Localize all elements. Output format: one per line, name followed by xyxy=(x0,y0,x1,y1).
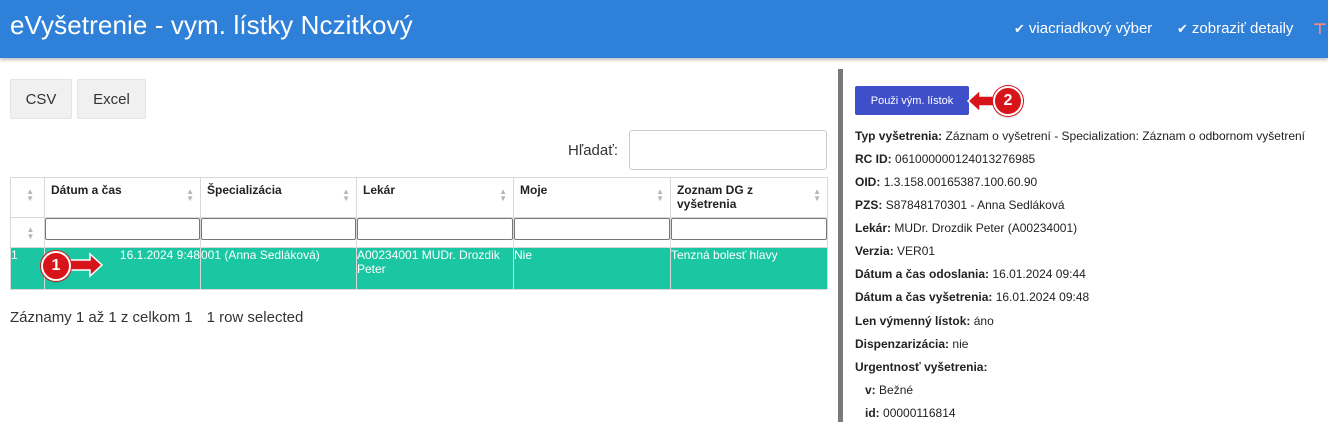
column-header-specialization[interactable]: Špecializácia ▲ ▼ xyxy=(200,177,357,218)
annotation-arrow-1 xyxy=(66,252,104,278)
column-header-index[interactable]: ▲ ▼ xyxy=(10,177,45,218)
detail-version: Verzia: VER01 xyxy=(855,244,936,258)
filter-input-specialization[interactable] xyxy=(201,218,356,240)
detail-dispensarization: Dispenzarizácia: nie xyxy=(855,337,969,351)
sort-icon: ▲ ▼ xyxy=(342,187,350,203)
annotation-marker-1: 1 xyxy=(41,251,71,281)
filter-input-doctor[interactable] xyxy=(357,218,513,240)
app-title: eVyšetrenie - vym. lístky Nczitkový xyxy=(10,10,413,40)
cell-doctor: A00234001 MUDr. Drozdik Peter xyxy=(356,247,514,290)
detail-exam-datetime: Dátum a čas vyšetrenia: 16.01.2024 09:48 xyxy=(855,290,1090,304)
table-info: Záznamy 1 až 1 z celkom 1 1 row selected xyxy=(10,309,303,326)
sort-icon: ▲ ▼ xyxy=(656,187,664,203)
filter-icon[interactable]: ⊤ xyxy=(1313,20,1327,38)
panel-divider[interactable] xyxy=(838,69,843,422)
detail-pzs: PZS: S87848170301 - Anna Sedláková xyxy=(855,198,1065,212)
cell-specialization: 001 (Anna Sedláková) xyxy=(200,247,357,290)
detail-doctor: Lekár: MUDr. Drozdik Peter (A00234001) xyxy=(855,221,1078,235)
checkmark-icon: ✔ xyxy=(1014,20,1025,36)
filter-input-diagnoses[interactable] xyxy=(671,218,827,240)
search-input[interactable] xyxy=(629,130,827,170)
sort-icon: ▲ ▼ xyxy=(26,225,35,241)
search-label: Hľadať: xyxy=(568,142,619,159)
detail-sent-datetime: Dátum a čas odoslania: 16.01.2024 09:44 xyxy=(855,267,1086,281)
detail-urgency-id: id: 00000116814 xyxy=(865,406,956,420)
csv-export-button[interactable]: CSV xyxy=(10,79,72,119)
detail-urgency-value: v: Bežné xyxy=(865,383,914,397)
checkmark-icon: ✔ xyxy=(1177,20,1188,36)
detail-exchange-only: Len výmenný lístok: áno xyxy=(855,314,994,328)
show-details-label: zobraziť detaily xyxy=(1191,20,1294,37)
filter-row: ▲ ▼ xyxy=(10,217,828,248)
sort-icon: ▲ ▼ xyxy=(186,187,194,203)
selection-count: 1 row selected xyxy=(206,309,304,326)
records-count: Záznamy 1 až 1 z celkom 1 xyxy=(10,309,193,326)
detail-exam-type: Typ vyšetrenia: Záznam o vyšetrení - Spe… xyxy=(855,129,1305,143)
sort-icon: ▲ ▼ xyxy=(26,187,34,203)
detail-oid: OID: 1.3.158.00165387.100.60.90 xyxy=(855,175,1038,189)
multi-row-select-label: viacriadkový výber xyxy=(1028,20,1153,37)
app-header: eVyšetrenie - vym. lístky Nczitkový ✔ vi… xyxy=(0,0,1328,58)
use-exchange-ticket-button[interactable]: Použi vým. lístok xyxy=(855,86,969,115)
filter-input-datetime[interactable] xyxy=(45,218,200,240)
sort-icon: ▲ ▼ xyxy=(499,187,507,203)
column-header-datetime[interactable]: Dátum a čas ▲ ▼ xyxy=(44,177,201,218)
column-header-doctor[interactable]: Lekár ▲ ▼ xyxy=(356,177,514,218)
cell-diagnoses: Tenzná bolesť hlavy xyxy=(670,247,828,290)
filter-input-mine[interactable] xyxy=(514,218,670,240)
multi-row-select-toggle[interactable]: ✔ viacriadkový výber xyxy=(1014,20,1152,37)
excel-export-button[interactable]: Excel xyxy=(77,79,146,119)
column-header-mine[interactable]: Moje ▲ ▼ xyxy=(513,177,671,218)
exam-ticket-table: ▲ ▼ Dátum a čas ▲ ▼ Špecializácia ▲ ▼ Lekár ▲ ▼… xyxy=(10,177,828,290)
filter-cell-index: ▲ ▼ xyxy=(10,217,45,248)
show-details-toggle[interactable]: ✔ zobraziť detaily xyxy=(1177,20,1293,37)
detail-rc-id: RC ID: 061000000124013276985 xyxy=(855,152,1036,166)
detail-urgency: Urgentnosť vyšetrenia: xyxy=(855,360,988,374)
annotation-marker-2: 2 xyxy=(993,86,1023,116)
table-row[interactable]: 1 16.1.2024 9:48 001 (Anna Sedláková) A0… xyxy=(10,247,828,290)
column-header-diagnoses[interactable]: Zoznam DG z vyšetrenia ▲ ▼ xyxy=(670,177,828,218)
cell-mine: Nie xyxy=(513,247,671,290)
cell-index: 1 xyxy=(10,247,45,290)
sort-icon: ▲ ▼ xyxy=(813,187,821,203)
